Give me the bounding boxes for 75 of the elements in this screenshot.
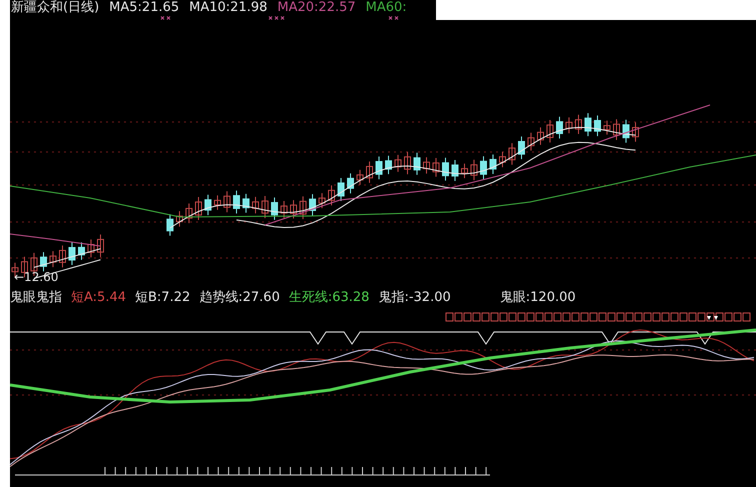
candlestick (442, 157, 449, 182)
candlestick (546, 120, 554, 144)
candlestick (309, 194, 316, 216)
indicator-value: 鬼眼:120.00 (500, 290, 576, 306)
candlestick (356, 169, 364, 186)
candlestick (338, 177, 344, 202)
candlestick (394, 154, 402, 172)
candlestick (195, 196, 202, 220)
indicator-value: 短A:5.44 (71, 290, 126, 306)
candlestick (584, 112, 592, 137)
candlestick (300, 196, 306, 220)
low-price-label: ←12.60 (14, 270, 58, 284)
candlestick (376, 156, 382, 180)
candlestick (78, 242, 85, 260)
candlestick (252, 196, 259, 214)
candlestick (452, 160, 458, 182)
candlestick (233, 190, 240, 214)
indicator-title: 鬼眼鬼指 (10, 290, 62, 306)
candlestick (68, 242, 76, 266)
cross-marks-icon (160, 16, 172, 20)
candlestick (423, 156, 430, 174)
candlestick (594, 115, 601, 137)
candlestick (414, 152, 420, 176)
candlestick (204, 194, 212, 216)
indicator-value: 鬼指:-32.00 (378, 290, 451, 306)
candlestick (280, 200, 288, 219)
candlestick (432, 157, 440, 178)
candlestick (262, 196, 268, 219)
candlestick (537, 126, 544, 146)
candlestick (176, 210, 183, 228)
indicator-value: 生死线:63.28 (288, 290, 370, 306)
moving-average-line (34, 248, 101, 268)
candlestick (40, 252, 47, 272)
cross-marks-icon (388, 16, 400, 20)
indicator-value: 短B:7.22 (135, 290, 190, 306)
candlestick (508, 142, 516, 166)
candlestick (404, 151, 411, 175)
candlestick (97, 234, 104, 258)
candlestick (385, 155, 392, 175)
indicator-value: 趋势线:27.60 (199, 290, 280, 306)
candlestick (566, 116, 572, 134)
candlestick (480, 156, 487, 180)
candlestick (518, 136, 525, 160)
candlestick (166, 214, 174, 236)
candlestick (461, 163, 468, 179)
triangle-markers-icon (707, 316, 718, 320)
candlestick (622, 119, 630, 144)
candlestick (318, 192, 326, 209)
moving-average-label: MA10:21.98 (189, 0, 268, 15)
candlestick (88, 238, 94, 258)
candlestick (366, 160, 373, 184)
candlestick (328, 184, 335, 206)
candlestick (556, 116, 563, 140)
candlestick (224, 190, 230, 213)
candlestick (528, 132, 534, 152)
cross-marks-icon (268, 16, 286, 20)
candlestick (499, 151, 506, 168)
candlestick (347, 172, 354, 194)
moving-average-label: MA60: (366, 0, 407, 15)
candlestick (575, 114, 582, 134)
candlestick (290, 200, 297, 219)
candlestick (214, 194, 221, 210)
candlestick (186, 202, 192, 224)
candlestick (59, 244, 66, 268)
candlestick (470, 159, 478, 181)
candlestick (242, 193, 250, 214)
candlestick (613, 118, 620, 140)
candlestick (490, 154, 496, 175)
candlestick (632, 122, 639, 142)
chart-title: 新疆众和(日线) (11, 0, 100, 15)
candlestick (271, 197, 278, 220)
moving-average-label: MA5:21.65 (109, 0, 180, 15)
moving-average-label: MA20:22.57 (277, 0, 356, 15)
candlestick (50, 250, 56, 268)
candlestick (604, 120, 610, 136)
